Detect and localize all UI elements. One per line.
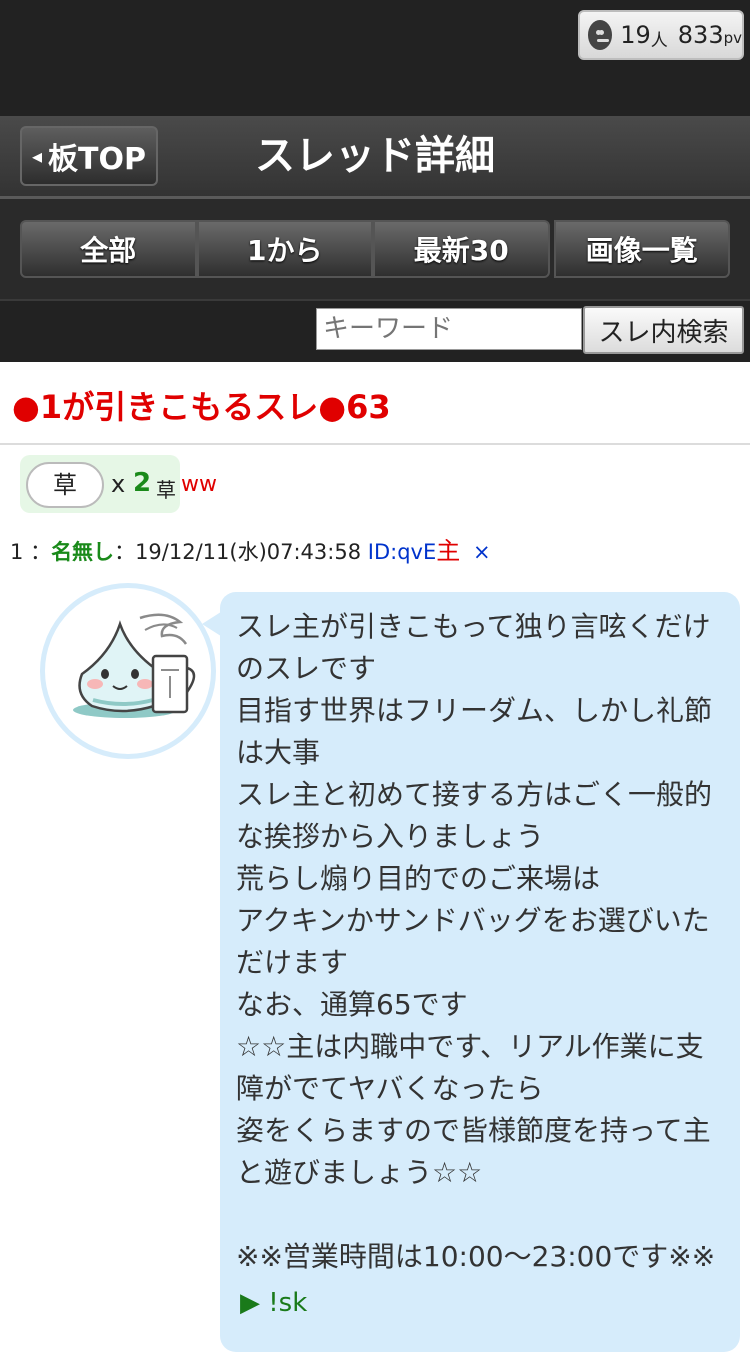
poster-id[interactable]: ID:qvE [368, 540, 436, 564]
sk-link[interactable]: ▶ !sk [240, 1288, 307, 1318]
slime-mug-icon [73, 613, 196, 718]
tab-latest-30[interactable]: 最新30 [373, 220, 550, 278]
face-icon [588, 20, 613, 50]
title-bar: ◂ 板TOP スレッド詳細 [0, 116, 750, 199]
owner-mark: 主 [436, 537, 461, 565]
top-bar: 19 人 833 pv [0, 0, 750, 116]
tab-all[interactable]: 全部 [20, 220, 197, 278]
chevron-left-icon: ◂ [31, 144, 43, 168]
thread-search-button[interactable]: スレ内検索 [583, 306, 744, 354]
post-separator-2: ： [114, 540, 136, 564]
access-counter: 19 人 833 pv [578, 10, 744, 60]
poster-name: 名無し [51, 540, 115, 564]
post-date: 19/12/11(水)07:43:58 [135, 540, 362, 564]
counter-people: 19 [620, 21, 651, 49]
counter-pv-unit: pv [723, 29, 742, 47]
reaction-ww-label: ww [181, 472, 217, 497]
reaction-multiplier: x [111, 470, 126, 498]
post-separator: ： [30, 540, 52, 564]
tab-bar: 全部 1から 最新30 画像一覧 [0, 199, 750, 301]
reaction-chip-kusa[interactable]: 草 [26, 462, 104, 508]
tab-image-list[interactable]: 画像一覧 [553, 220, 730, 278]
post-body-bubble: スレ主が引きこもって独り言呟くだけのスレです 目指す世界はフリーダム、しかし礼節… [220, 592, 740, 1352]
post-meta: 1 ：名無し：19/12/11(水)07:43:58 ID:qvE主 × [10, 531, 491, 566]
post-number: 1 [10, 540, 24, 564]
divider [0, 443, 750, 445]
avatar [40, 583, 216, 759]
counter-pv: 833 [677, 21, 724, 49]
tab-from-1[interactable]: 1から [196, 220, 373, 278]
reaction-kusa-label: 草 [156, 478, 176, 502]
keyword-input[interactable] [316, 308, 582, 350]
post-body-text: スレ主が引きこもって独り言呟くだけのスレです 目指す世界はフリーダム、しかし礼節… [236, 610, 716, 1273]
back-button-label: 板TOP [48, 142, 146, 177]
back-button[interactable]: ◂ 板TOP [20, 126, 158, 186]
delete-icon[interactable]: × [473, 540, 491, 564]
reaction-count: 2 [133, 468, 152, 498]
search-bar: スレ内検索 [0, 301, 750, 362]
thread-title: ●1が引きこもるスレ●63 [12, 388, 391, 426]
counter-people-unit: 人 [650, 30, 668, 51]
